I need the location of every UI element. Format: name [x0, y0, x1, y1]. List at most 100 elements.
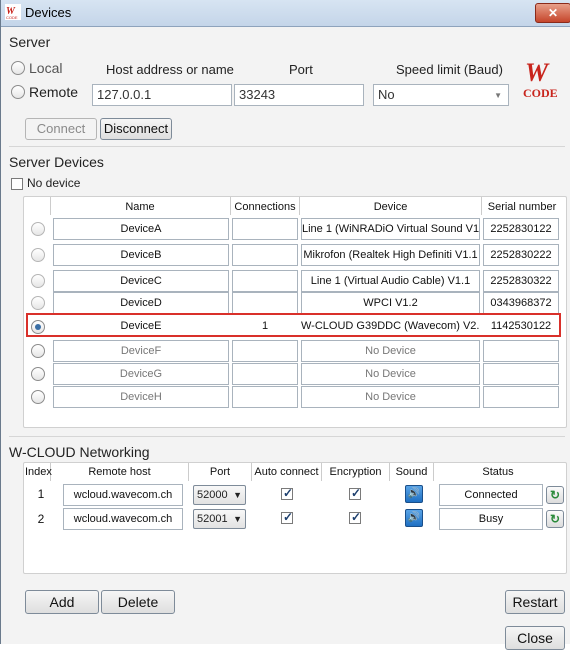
close-button[interactable]: Close — [505, 626, 565, 650]
device-name: DeviceB — [53, 244, 229, 266]
server-section-title: Server — [9, 34, 55, 50]
device-connections — [232, 363, 298, 385]
device-description: No Device — [301, 386, 480, 408]
port-select-value: 52001 — [197, 513, 228, 525]
remote-host-input[interactable]: wcloud.wavecom.ch — [63, 508, 183, 530]
device-connections — [232, 340, 298, 362]
net-index: 1 — [37, 487, 45, 501]
col-sound: Sound — [395, 466, 428, 478]
col-connections: Connections — [234, 201, 296, 213]
col-status: Status — [482, 466, 514, 478]
chevron-down-icon: ▼ — [494, 91, 502, 100]
device-serial — [483, 386, 559, 408]
chevron-down-icon: ▼ — [233, 490, 242, 500]
connection-status: Busy — [439, 508, 543, 530]
port-select-value: 52000 — [197, 489, 228, 501]
device-radio[interactable] — [31, 344, 45, 358]
host-input[interactable]: 127.0.0.1 — [92, 84, 232, 106]
device-description: W-CLOUD G39DDC (Wavecom) V2.0 — [301, 320, 480, 332]
title-bar: W CODE Devices ✕ — [1, 0, 570, 27]
col-auto-connect: Auto connect — [254, 466, 319, 478]
device-radio-selected[interactable] — [31, 320, 45, 334]
device-description: No Device — [301, 363, 480, 385]
port-select[interactable]: 52000 ▼ — [193, 485, 246, 505]
device-serial — [483, 340, 559, 362]
remote-radio[interactable] — [11, 85, 25, 99]
device-radio[interactable] — [31, 222, 45, 236]
host-header: Host address or name — [106, 62, 234, 77]
net-index: 2 — [37, 512, 45, 526]
add-button[interactable]: Add — [25, 590, 99, 614]
connect-button[interactable]: Connect — [25, 118, 97, 140]
port-input[interactable]: 33243 — [234, 84, 364, 106]
device-serial: 0343968372 — [483, 292, 559, 314]
encryption-checkbox[interactable] — [349, 486, 361, 500]
auto-connect-checkbox[interactable] — [281, 510, 293, 524]
window-title: Devices — [25, 5, 72, 20]
port-select[interactable]: 52001 ▼ — [193, 509, 246, 529]
col-serial: Serial number — [487, 201, 557, 213]
device-name: DeviceF — [53, 340, 229, 362]
device-name: DeviceA — [53, 218, 229, 240]
auto-connect-checkbox[interactable] — [281, 486, 293, 500]
device-serial: 2252830122 — [483, 218, 559, 240]
device-radio[interactable] — [31, 367, 45, 381]
speaker-icon[interactable]: 🔊 — [405, 509, 423, 527]
svg-text:CODE: CODE — [6, 15, 18, 20]
refresh-icon[interactable]: ↻ — [546, 486, 564, 504]
restart-button[interactable]: Restart — [505, 590, 565, 614]
remote-host-input[interactable]: wcloud.wavecom.ch — [63, 484, 183, 506]
device-description: Line 1 (WiNRADiO Virtual Sound V1.1 — [301, 218, 480, 240]
device-radio[interactable] — [31, 274, 45, 288]
device-connections — [232, 244, 298, 266]
brand-logo-code: CODE — [523, 86, 558, 100]
device-description: No Device — [301, 340, 480, 362]
connection-status: Connected — [439, 484, 543, 506]
device-serial: 2252830322 — [483, 270, 559, 292]
device-connections — [232, 270, 298, 292]
device-serial: 2252830222 — [483, 244, 559, 266]
col-remote-host: Remote host — [88, 466, 151, 478]
server-devices-title: Server Devices — [9, 154, 108, 170]
device-description: WPCI V1.2 — [301, 292, 480, 314]
speed-select-value: No — [378, 87, 395, 102]
encryption-checkbox[interactable] — [349, 510, 361, 524]
networking-title: W-CLOUD Networking — [9, 444, 154, 460]
col-name: Name — [125, 201, 155, 213]
device-name: DeviceC — [53, 270, 229, 292]
device-radio[interactable] — [31, 296, 45, 310]
remote-label: Remote — [29, 84, 79, 100]
device-description: Line 1 (Virtual Audio Cable) V1.1 — [301, 270, 480, 292]
col-index: Index — [25, 466, 52, 478]
device-connections — [232, 218, 298, 240]
refresh-icon[interactable]: ↻ — [546, 510, 564, 528]
port-header: Port — [289, 62, 313, 77]
device-connections — [232, 386, 298, 408]
separator — [9, 436, 565, 437]
col-encryption: Encryption — [329, 466, 382, 478]
device-radio[interactable] — [31, 390, 45, 404]
device-connections: 1 — [261, 320, 269, 332]
speed-header: Speed limit (Baud) — [396, 62, 503, 77]
window-close-button[interactable]: ✕ — [535, 3, 570, 23]
device-description: Mikrofon (Realtek High Definiti V1.1 — [301, 244, 480, 266]
no-device-checkbox[interactable] — [11, 178, 23, 190]
devices-window: W CODE Devices ✕ Server Local Remote Hos… — [0, 0, 570, 650]
speaker-icon[interactable]: 🔊 — [405, 485, 423, 503]
local-label: Local — [29, 60, 63, 76]
disconnect-button[interactable]: Disconnect — [100, 118, 172, 140]
col-device: Device — [373, 201, 408, 213]
col-port: Port — [209, 466, 231, 478]
delete-button[interactable]: Delete — [101, 590, 175, 614]
brand-logo-w: W — [525, 58, 549, 87]
device-connections — [232, 292, 298, 314]
app-logo-icon: W CODE — [5, 4, 21, 20]
speed-select[interactable]: No ▼ — [373, 84, 509, 106]
device-name: DeviceE — [120, 320, 162, 332]
device-serial — [483, 363, 559, 385]
device-radio[interactable] — [31, 248, 45, 262]
no-device-label: No device — [27, 176, 81, 190]
local-radio[interactable] — [11, 61, 25, 75]
device-name: DeviceH — [53, 386, 229, 408]
device-name: DeviceG — [53, 363, 229, 385]
